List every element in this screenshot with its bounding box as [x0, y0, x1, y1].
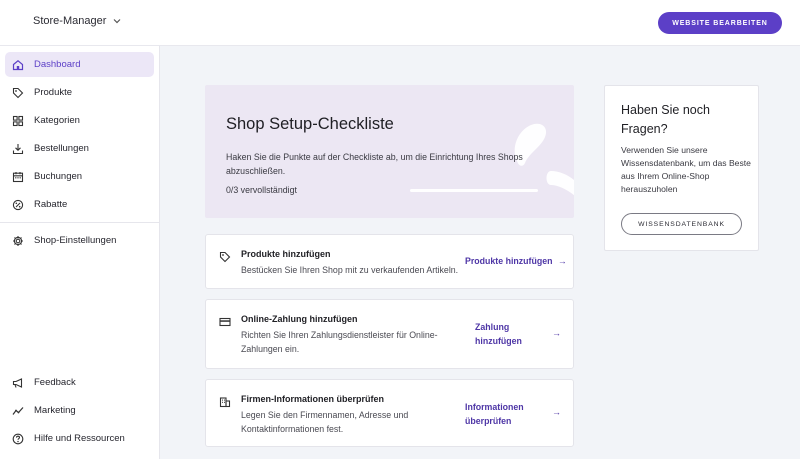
help-card: Haben Sie noch Fragen? Verwenden Sie uns…	[604, 85, 759, 251]
trend-icon	[12, 405, 24, 417]
task-link[interactable]: Zahlung hinzufügen	[475, 321, 522, 348]
sidebar-item-marketing[interactable]: Marketing	[5, 398, 154, 423]
task-card-firmen: Firmen-Informationen überprüfen Legen Si…	[205, 379, 574, 447]
decorative-shapes-icon	[514, 123, 574, 196]
checklist-progress-bar	[410, 189, 538, 192]
sidebar-item-kategorien[interactable]: Kategorien	[5, 108, 154, 133]
sidebar-item-produkte[interactable]: Produkte	[5, 80, 154, 105]
arrow-right-icon[interactable]: →	[552, 407, 561, 417]
sidebar-item-label: Marketing	[34, 405, 76, 416]
task-link-label: Informationen	[465, 402, 524, 412]
sidebar-item-hilfe[interactable]: Hilfe und Ressourcen	[5, 426, 154, 451]
sidebar-item-feedback[interactable]: Feedback	[5, 370, 154, 395]
task-link-label: Zahlung	[475, 322, 510, 332]
building-icon	[219, 395, 231, 408]
megaphone-icon	[12, 377, 24, 389]
sidebar: Dashboard Produkte Kategorien Bestellung…	[0, 46, 160, 459]
arrow-right-icon[interactable]: →	[552, 328, 561, 338]
task-card-produkte: Produkte hinzufügen Bestücken Sie Ihren …	[205, 234, 574, 289]
top-bar: Store-Manager WEBSITE BEARBEITEN	[0, 0, 800, 46]
sidebar-item-shop-einstellungen[interactable]: Shop-Einstellungen	[5, 228, 154, 253]
task-link-label: Produkte hinzufügen	[465, 256, 553, 266]
grid-icon	[12, 115, 24, 127]
task-description: Legen Sie den Firmennamen, Adresse und K…	[241, 410, 409, 434]
help-card-title: Haben Sie noch Fragen?	[621, 103, 710, 136]
sidebar-item-label: Buchungen	[34, 171, 83, 182]
sidebar-item-label: Hilfe und Ressourcen	[34, 433, 125, 444]
credit-card-icon	[219, 315, 231, 327]
calendar-icon	[12, 171, 24, 183]
task-link[interactable]: Produkte hinzufügen →	[465, 255, 567, 269]
task-link-arrow: →	[557, 256, 567, 266]
task-description: Bestücken Sie Ihren Shop mit zu verkaufe…	[241, 265, 459, 275]
sidebar-item-label: Produkte	[34, 87, 73, 98]
gear-icon	[12, 235, 24, 247]
sidebar-item-buchungen[interactable]: Buchungen	[5, 164, 154, 189]
edit-website-button[interactable]: WEBSITE BEARBEITEN	[658, 12, 782, 34]
sidebar-item-label: Bestellungen	[34, 143, 89, 154]
sidebar-item-label: Dashboard	[34, 59, 81, 70]
task-description: Richten Sie Ihren Zahlungsdienstleister …	[241, 330, 438, 354]
task-link-label-line2: hinzufügen	[475, 335, 522, 346]
checklist-title: Shop Setup-Checkliste	[226, 115, 394, 133]
sidebar-item-label: Shop-Einstellungen	[34, 235, 117, 246]
task-title: Firmen-Informationen überprüfen	[241, 394, 385, 404]
knowledge-base-button[interactable]: WISSENSDATENBANK	[621, 213, 742, 235]
task-title: Online-Zahlung hinzufügen	[241, 314, 358, 324]
tag-icon	[12, 87, 24, 99]
chevron-down-icon	[113, 16, 121, 26]
checklist-progress-text: 0/3 vervollständigt	[226, 185, 297, 195]
help-card-text: Verwenden Sie unsere Wissensdatenbank, u…	[621, 145, 751, 194]
store-switcher[interactable]: Store-Manager	[33, 15, 121, 27]
task-title: Produkte hinzufügen	[241, 249, 331, 259]
main-content: Shop Setup-Checkliste Haken Sie die Punk…	[160, 46, 800, 459]
download-tray-icon	[12, 143, 24, 155]
sidebar-item-dashboard[interactable]: Dashboard	[5, 52, 154, 77]
discount-icon	[12, 199, 24, 211]
sidebar-item-label: Rabatte	[34, 199, 68, 210]
home-icon	[12, 59, 24, 71]
store-switcher-label: Store-Manager	[33, 15, 107, 27]
sidebar-item-bestellungen[interactable]: Bestellungen	[5, 136, 154, 161]
task-link[interactable]: Informationen überprüfen	[465, 401, 524, 428]
tag-icon	[219, 250, 231, 263]
sidebar-divider	[0, 222, 159, 223]
help-circle-icon	[12, 433, 24, 445]
setup-checklist-banner: Shop Setup-Checkliste Haken Sie die Punk…	[205, 85, 574, 218]
task-link-label-line2: überprüfen	[465, 415, 512, 426]
checklist-description: Haken Sie die Punkte auf der Checkliste …	[226, 152, 523, 176]
sidebar-item-label: Feedback	[34, 377, 76, 388]
task-card-zahlung: Online-Zahlung hinzufügen Richten Sie Ih…	[205, 299, 574, 369]
sidebar-item-rabatte[interactable]: Rabatte	[5, 192, 154, 217]
sidebar-item-label: Kategorien	[34, 115, 80, 126]
